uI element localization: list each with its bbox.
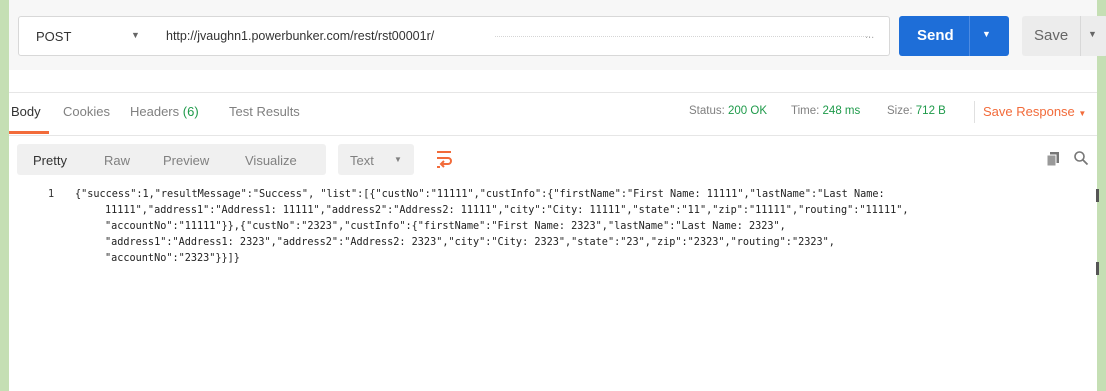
search-icon[interactable] <box>1073 150 1089 166</box>
word-wrap-icon <box>437 151 452 168</box>
copy-icon[interactable] <box>1046 151 1062 167</box>
time-value: 248 ms <box>822 105 861 117</box>
scroll-marker <box>1096 189 1099 202</box>
method-select[interactable]: POST ▼ <box>18 16 154 56</box>
tab-headers[interactable]: Headers (6) <box>130 104 199 119</box>
tab-cookies[interactable]: Cookies <box>63 104 110 119</box>
status-divider <box>974 101 975 123</box>
save-label: Save <box>1034 27 1069 44</box>
line-number: 1 <box>48 189 55 200</box>
size-label: Size: <box>887 105 913 117</box>
save-response-button[interactable]: Save Response ▼ <box>983 104 1086 119</box>
code-line: {"success":1,"resultMessage":"Success", … <box>75 189 885 200</box>
code-line: "accountNo":"2323"}}]} <box>105 253 240 264</box>
tab-headers-label: Headers <box>130 104 180 119</box>
headers-count: (6) <box>182 104 199 119</box>
divider <box>9 135 1097 136</box>
scroll-marker <box>1096 262 1099 275</box>
request-tabs-strip <box>9 70 1097 93</box>
word-wrap-button[interactable] <box>426 144 460 175</box>
url-text: http://jvaughn1.powerbunker.com/rest/rst… <box>166 29 435 43</box>
url-input[interactable]: http://jvaughn1.powerbunker.com/rest/rst… <box>153 16 890 56</box>
time-readout: Time: 248 ms <box>791 105 860 117</box>
text-type-select[interactable]: Text ▼ <box>338 144 414 175</box>
save-response-label: Save Response <box>983 104 1075 119</box>
method-label: POST <box>36 29 72 44</box>
send-label: Send <box>917 27 954 44</box>
format-tabs: Pretty Raw Preview Visualize <box>17 144 326 175</box>
size-value: 712 B <box>915 105 946 117</box>
code-line: "address1":"Address1: 2323","address2":"… <box>105 237 835 248</box>
status-label: Status: <box>689 105 725 117</box>
tab-visualize[interactable]: Visualize <box>245 153 297 168</box>
text-type-label: Text <box>350 153 374 168</box>
status-readout: Status: 200 OK <box>689 105 767 117</box>
tab-pretty[interactable]: Pretty <box>33 153 67 168</box>
url-overflow: ... <box>865 29 875 41</box>
chevron-down-icon: ▼ <box>394 155 402 164</box>
send-divider <box>969 16 970 56</box>
chevron-down-icon: ▼ <box>131 30 140 40</box>
save-button[interactable]: Save ▼ <box>1022 16 1106 56</box>
status-value: 200 OK <box>728 105 768 117</box>
save-divider <box>1080 16 1081 56</box>
code-line: 11111","address1":"Address1: 11111","add… <box>105 205 909 216</box>
tab-raw[interactable]: Raw <box>104 153 130 168</box>
url-dotted-line <box>495 36 870 37</box>
postman-window: POST ▼ http://jvaughn1.powerbunker.com/r… <box>9 0 1106 391</box>
tab-preview[interactable]: Preview <box>163 153 209 168</box>
chevron-down-icon[interactable]: ▼ <box>1088 29 1097 39</box>
response-body[interactable]: 1 {"success":1,"resultMessage":"Success"… <box>9 185 1097 385</box>
response-tabs: Body Cookies Headers (6) Test Results St… <box>9 93 1097 135</box>
send-button[interactable]: Send ▼ <box>899 16 1009 56</box>
tab-test-results[interactable]: Test Results <box>229 104 300 119</box>
chevron-down-icon: ▼ <box>1078 109 1087 118</box>
request-bar: POST ▼ http://jvaughn1.powerbunker.com/r… <box>9 0 1106 70</box>
tab-body[interactable]: Body <box>11 104 41 119</box>
chevron-down-icon[interactable]: ▼ <box>982 29 991 39</box>
size-readout: Size: 712 B <box>887 105 946 117</box>
code-line: "accountNo":"11111"}},{"custNo":"2323","… <box>105 221 786 232</box>
time-label: Time: <box>791 105 820 117</box>
active-tab-underline <box>9 131 49 134</box>
